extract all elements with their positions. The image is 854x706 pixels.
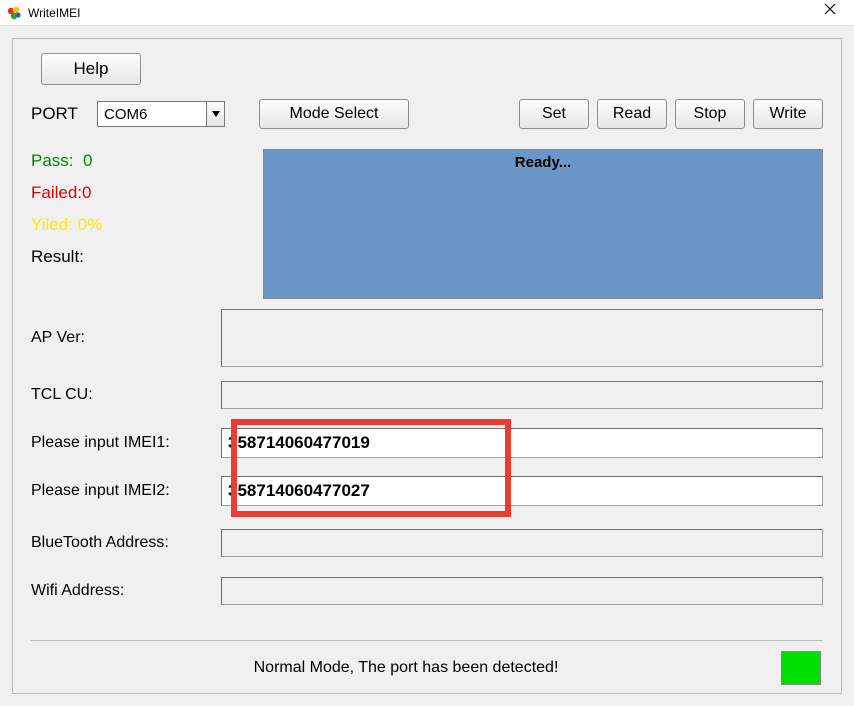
ap-ver-label: AP Ver: <box>31 329 221 347</box>
failed-counter: Failed:0 <box>31 183 253 203</box>
ready-text: Ready... <box>515 154 571 171</box>
yield-counter: Yiled: 0% <box>31 215 253 235</box>
footer-status-bar: Normal Mode, The port has been detected! <box>31 640 823 685</box>
imei2-row: Please input IMEI2: <box>31 471 823 511</box>
bluetooth-value <box>221 529 823 557</box>
help-row: Help <box>31 53 823 85</box>
help-button[interactable]: Help <box>41 53 141 85</box>
write-button[interactable]: Write <box>753 99 823 129</box>
result-label: Result: <box>31 247 253 267</box>
status-indicator-icon <box>781 651 821 685</box>
port-combobox[interactable]: COM6 <box>97 101 225 127</box>
wifi-row: Wifi Address: <box>31 571 823 611</box>
port-and-actions-row: PORT COM6 Mode Select Set Read Stop Writ… <box>31 99 823 129</box>
ready-status-box: Ready... <box>263 149 823 299</box>
main-panel: Help PORT COM6 Mode Select Set Read Stop… <box>12 38 842 694</box>
ap-ver-value <box>221 309 823 367</box>
window-titlebar: WriteIMEI <box>0 0 854 26</box>
tcl-cu-label: TCL CU: <box>31 386 221 404</box>
status-counters: Pass: 0 Failed:0 Yiled: 0% Result: <box>31 149 253 299</box>
read-button[interactable]: Read <box>597 99 667 129</box>
port-selected-value: COM6 <box>104 106 147 123</box>
mode-select-button[interactable]: Mode Select <box>259 99 409 129</box>
status-area: Pass: 0 Failed:0 Yiled: 0% Result: Ready… <box>31 149 823 299</box>
imei2-input[interactable] <box>221 476 823 506</box>
pass-counter: Pass: 0 <box>31 151 253 171</box>
chevron-down-icon <box>206 102 224 126</box>
port-label: PORT <box>31 104 85 124</box>
wifi-value <box>221 577 823 605</box>
bluetooth-row: BlueTooth Address: <box>31 523 823 563</box>
client-area: Help PORT COM6 Mode Select Set Read Stop… <box>0 26 854 706</box>
imei1-input[interactable] <box>221 428 823 458</box>
set-button[interactable]: Set <box>519 99 589 129</box>
ap-ver-row: AP Ver: <box>31 309 823 367</box>
close-icon <box>824 3 836 15</box>
footer-status-text: Normal Mode, The port has been detected! <box>31 659 781 677</box>
imei2-label: Please input IMEI2: <box>31 482 221 500</box>
bluetooth-label: BlueTooth Address: <box>31 534 221 552</box>
imei1-row: Please input IMEI1: <box>31 423 823 463</box>
window-title: WriteIMEI <box>28 6 810 20</box>
wifi-label: Wifi Address: <box>31 582 221 600</box>
app-icon <box>6 5 22 21</box>
tcl-cu-value <box>221 381 823 409</box>
window-close-button[interactable] <box>810 1 850 25</box>
imei1-label: Please input IMEI1: <box>31 434 221 452</box>
tcl-cu-row: TCL CU: <box>31 375 823 415</box>
imei-group: Please input IMEI1: Please input IMEI2: <box>31 423 823 519</box>
stop-button[interactable]: Stop <box>675 99 745 129</box>
